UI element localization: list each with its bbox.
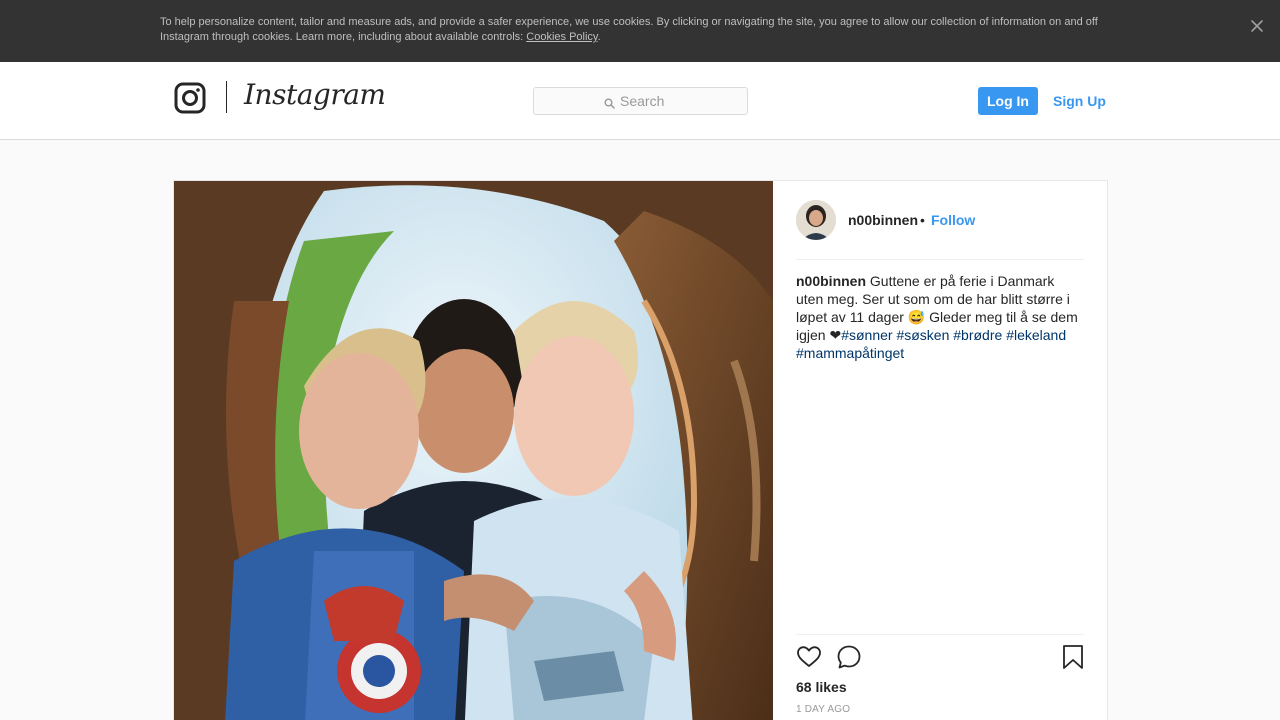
logo-divider [226, 81, 227, 113]
post-photo[interactable] [174, 181, 773, 720]
caption-username[interactable]: n00binnen [796, 273, 866, 289]
hashtag-link[interactable]: #lekeland [1006, 327, 1066, 343]
heart-icon[interactable] [796, 644, 822, 670]
bookmark-icon[interactable] [1062, 644, 1084, 670]
dot-separator: • [920, 212, 925, 228]
top-nav: Instagram Log In Sign Up [0, 62, 1280, 140]
search-box[interactable] [533, 87, 748, 115]
signup-link[interactable]: Sign Up [1053, 93, 1106, 109]
cookies-policy-link[interactable]: Cookies Policy [526, 31, 597, 43]
post-timestamp: 1 DAY AGO [796, 704, 851, 715]
post-username[interactable]: n00binnen [848, 212, 918, 228]
cookie-message: To help personalize content, tailor and … [160, 15, 1120, 45]
instagram-wordmark[interactable]: Instagram [244, 78, 386, 111]
search-input[interactable] [620, 92, 740, 110]
divider [796, 634, 1084, 635]
post-caption: n00binnen Guttene er på ferie i Danmark … [796, 272, 1084, 362]
cookie-text: To help personalize content, tailor and … [160, 16, 1098, 43]
hashtag-link[interactable]: #søsken [896, 327, 949, 343]
post-details: n00binnen • Follow n00binnen Guttene er … [796, 181, 1084, 720]
hashtag-link[interactable]: #sønner [841, 327, 892, 343]
post-card: n00binnen • Follow n00binnen Guttene er … [173, 180, 1108, 720]
cookie-banner: To help personalize content, tailor and … [0, 0, 1280, 62]
follow-button[interactable]: Follow [931, 212, 975, 228]
hashtag-link[interactable]: #brødre [953, 327, 1002, 343]
likes-count[interactable]: 68 likes [796, 679, 847, 695]
instagram-glyph-icon[interactable] [174, 81, 206, 115]
avatar[interactable] [796, 200, 836, 240]
comment-icon[interactable] [836, 644, 862, 670]
close-icon[interactable] [1247, 16, 1267, 36]
divider [796, 259, 1084, 260]
search-icon [604, 96, 615, 109]
login-button[interactable]: Log In [978, 87, 1038, 115]
cookie-trailing: . [597, 31, 601, 43]
hashtag-link[interactable]: #mammapåtinget [796, 345, 904, 361]
